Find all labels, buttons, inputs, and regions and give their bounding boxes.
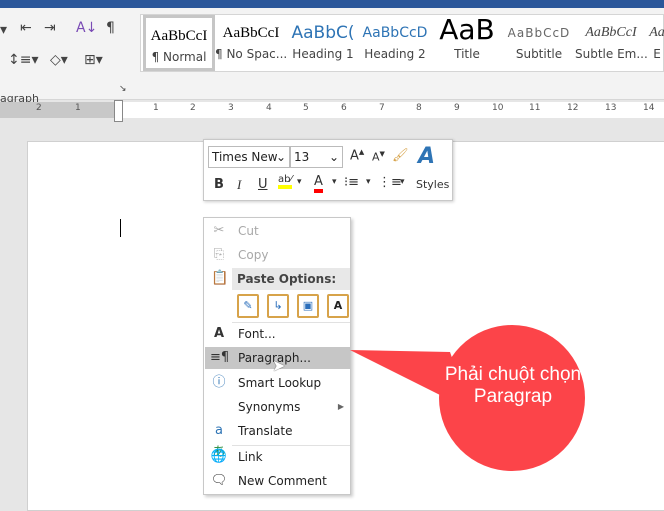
callout-bubble xyxy=(350,325,585,471)
callout-text: Phải chuột chọn Paragrap xyxy=(444,364,582,407)
